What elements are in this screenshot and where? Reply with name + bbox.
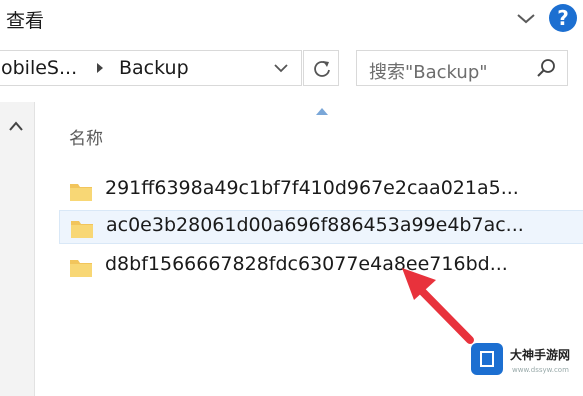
column-header-name[interactable]: 名称	[69, 124, 103, 149]
brand-url: www.dssyw.com	[512, 366, 569, 374]
ribbon: 查看 ?	[0, 0, 583, 39]
folder-icon	[70, 184, 92, 201]
search-input[interactable]: 搜索"Backup"	[356, 50, 568, 86]
search-placeholder: 搜索"Backup"	[369, 62, 488, 83]
address-dropdown-chevron-icon[interactable]	[272, 60, 290, 76]
refresh-button[interactable]	[303, 50, 339, 86]
file-name: ac0e3b28061d00a696f886453a99e4b7ac...	[106, 214, 524, 236]
navigation-pane[interactable]	[0, 102, 35, 396]
breadcrumb-separator-icon[interactable]	[95, 61, 105, 75]
file-name: d8bf1566667828fdc63077e4a8ee716bd...	[105, 253, 508, 275]
search-icon[interactable]	[535, 57, 557, 79]
sort-ascending-icon	[316, 108, 328, 115]
folder-icon	[71, 221, 93, 238]
folder-icon	[70, 260, 92, 277]
help-icon[interactable]: ?	[549, 4, 577, 32]
breadcrumb-parent[interactable]: obileS...	[1, 57, 77, 79]
expand-ribbon-chevron-icon[interactable]	[515, 7, 537, 29]
refresh-icon	[314, 61, 330, 77]
list-item[interactable]: d8bf1566667828fdc63077e4a8ee716bd...	[59, 250, 583, 284]
brand-logo-icon	[471, 343, 503, 375]
address-bar[interactable]: obileS... Backup	[0, 50, 302, 86]
brand-name: 大神手游网	[510, 348, 571, 362]
address-row: obileS... Backup 搜索"Backup"	[0, 38, 583, 102]
list-item[interactable]: 291ff6398a49c1bf7f410d967e2caa021a5...	[59, 174, 583, 208]
tab-view[interactable]: 查看	[6, 6, 44, 33]
scroll-up-chevron-icon[interactable]	[6, 118, 26, 134]
breadcrumb-current[interactable]: Backup	[119, 57, 189, 79]
file-name: 291ff6398a49c1bf7f410d967e2caa021a5...	[105, 177, 519, 199]
list-item[interactable]: ac0e3b28061d00a696f886453a99e4b7ac...	[59, 210, 583, 244]
